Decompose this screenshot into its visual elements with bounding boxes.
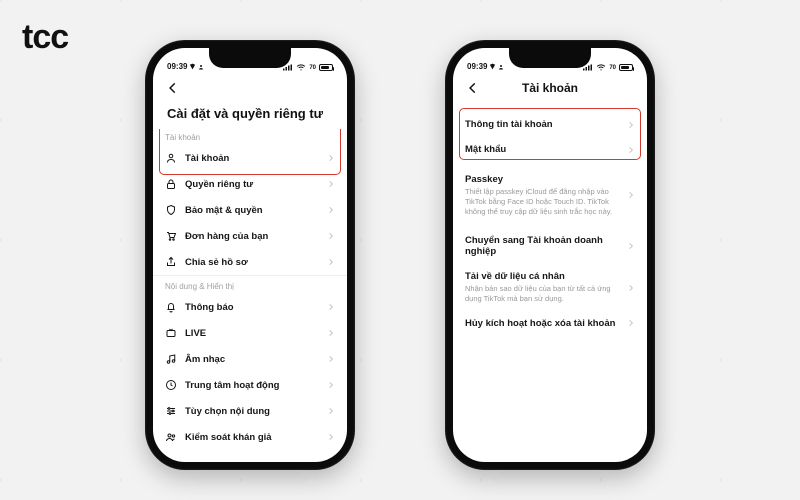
back-button[interactable] [163,78,183,98]
row-label: Bảo mật & quyền [185,205,319,216]
row-label: Tùy chọn nội dung [185,406,319,417]
brand-logo: tcc [22,18,68,57]
chevron-right-icon [327,257,335,267]
row-passkey[interactable]: Passkey Thiết lập passkey iCloud để đăng… [453,162,647,223]
row-label: Kiểm soát khán giả [185,432,319,443]
person-icon [198,64,204,70]
back-button[interactable] [463,78,483,98]
wifi-icon [296,64,306,71]
row-label: Trung tâm hoạt động [185,380,319,391]
row-label: Chuyển sang Tài khoản doanh nghiệp [465,235,619,257]
section-label: Tài khoản [153,129,347,145]
chevron-right-icon [327,179,335,189]
music-icon [165,353,177,365]
row-label: LIVE [185,328,319,339]
location-icon [489,63,496,70]
battery-icon [619,64,633,71]
chevron-right-icon [327,153,335,163]
phone-right: 09:39 70 Tài khoản Th [445,40,655,470]
chevron-right-icon [327,380,335,390]
row-business-account[interactable]: Chuyển sang Tài khoản doanh nghiệp [453,223,647,264]
chevron-right-icon [327,328,335,338]
row-label: Passkey [465,174,619,185]
status-time: 09:39 [167,62,187,71]
chevron-right-icon [327,231,335,241]
row-label: Mật khẩu [465,144,619,155]
page-title: Cài đặt và quyền riêng tư [155,106,347,129]
row-label: Tải về dữ liệu cá nhân [465,271,619,282]
battery-icon [319,64,333,71]
notch [509,48,591,68]
account-list: Thông tin tài khoản Mật khẩu Passkey Thi… [453,106,647,462]
page-header [153,72,347,106]
row-music[interactable]: Âm nhạc [153,346,347,372]
row-privacy[interactable]: Quyền riêng tư [153,171,347,197]
row-notifications[interactable]: Thông báo [153,294,347,320]
row-live[interactable]: LIVE [153,320,347,346]
wifi-icon [596,64,606,71]
person-icon [498,64,504,70]
row-label: Âm nhạc [185,354,319,365]
section-label: Nội dung & Hiển thị [153,275,347,294]
row-content-prefs[interactable]: Tùy chọn nội dung [153,398,347,424]
bell-icon [165,301,177,313]
chevron-right-icon [327,302,335,312]
row-label: Thông tin tài khoản [465,119,619,130]
chevron-right-icon [327,432,335,442]
row-label: Hủy kích hoạt hoặc xóa tài khoản [465,318,619,329]
lock-icon [165,178,177,190]
row-password[interactable]: Mật khẩu [453,137,647,162]
chevron-right-icon [627,190,635,200]
cart-icon [165,230,177,242]
chevron-right-icon [327,205,335,215]
row-label: Tài khoản [185,153,319,164]
row-download-data[interactable]: Tải về dữ liệu cá nhân Nhận bản sao dữ l… [453,264,647,311]
status-time: 09:39 [467,62,487,71]
row-label: Đơn hàng của bạn [185,231,319,242]
chevron-right-icon [627,145,635,155]
row-security[interactable]: Bảo mật & quyền [153,197,347,223]
row-audience-control[interactable]: Kiểm soát khán giả [153,424,347,450]
row-deactivate-delete[interactable]: Hủy kích hoạt hoặc xóa tài khoản [453,311,647,336]
sliders-icon [165,405,177,417]
settings-list: Tài khoản Tài khoản Quyền riêng tư Bảo m… [153,129,347,462]
stage: 09:39 70 Cài đặt và quyền riêng tư [0,0,800,500]
chevron-right-icon [327,354,335,364]
row-activity-center[interactable]: Trung tâm hoạt động [153,372,347,398]
battery-label: 70 [609,65,616,71]
notch [209,48,291,68]
row-account[interactable]: Tài khoản [153,145,347,171]
phone-left: 09:39 70 Cài đặt và quyền riêng tư [145,40,355,470]
page-header: Tài khoản [453,72,647,106]
chevron-left-icon [166,81,180,95]
share-icon [165,256,177,268]
row-label: Chia sẻ hồ sơ [185,257,319,268]
row-label: Quyền riêng tư [185,179,319,190]
row-orders[interactable]: Đơn hàng của bạn [153,223,347,249]
chevron-right-icon [327,406,335,416]
chevron-right-icon [627,241,635,251]
row-account-info[interactable]: Thông tin tài khoản [453,112,647,137]
row-label: Thông báo [185,302,319,313]
live-icon [165,327,177,339]
person-icon [165,152,177,164]
location-icon [189,63,196,70]
audience-icon [165,431,177,443]
chevron-left-icon [466,81,480,95]
chevron-right-icon [627,120,635,130]
activity-icon [165,379,177,391]
shield-icon [165,204,177,216]
chevron-right-icon [627,283,635,293]
battery-label: 70 [309,65,316,71]
chevron-right-icon [627,318,635,328]
row-share-profile[interactable]: Chia sẻ hồ sơ [153,249,347,275]
row-desc: Thiết lập passkey iCloud để đăng nhập và… [465,187,619,216]
row-desc: Nhận bản sao dữ liệu của bạn từ tất cả ứ… [465,284,619,304]
